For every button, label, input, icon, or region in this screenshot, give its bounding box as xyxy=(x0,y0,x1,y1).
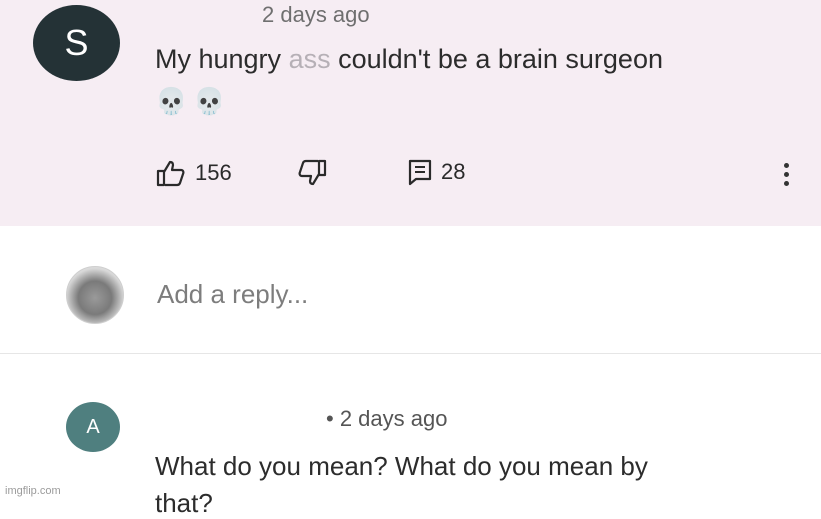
thumbs-down-icon xyxy=(298,159,327,186)
reply-input[interactable] xyxy=(155,278,659,311)
reply-count: 28 xyxy=(441,159,466,184)
reply-text-continued: that? xyxy=(155,488,213,518)
highlighted-comment xyxy=(0,0,821,226)
comment-icon xyxy=(408,159,432,186)
watermark: imgflip.com xyxy=(5,485,61,497)
reply-avatar[interactable]: A xyxy=(66,402,120,452)
comment-text: My hungry ass couldn't be a brain surgeo… xyxy=(155,44,663,75)
like-count: 156 xyxy=(195,160,232,185)
comment-text-faded: ass xyxy=(288,44,331,74)
skull-emojis: 💀💀 xyxy=(155,86,232,116)
user-avatar xyxy=(66,266,124,324)
reply-avatar-letter: A xyxy=(86,415,100,438)
reply-text: What do you mean? What do you mean by xyxy=(155,451,648,481)
comment-text-start: My hungry xyxy=(155,44,289,74)
replies-button[interactable]: 28 xyxy=(407,158,465,186)
avatar[interactable]: S xyxy=(33,5,120,81)
comment-timestamp: 2 days ago xyxy=(262,2,370,27)
avatar-letter: S xyxy=(64,22,89,63)
dislike-button[interactable] xyxy=(296,158,328,188)
reply-timestamp: • 2 days ago xyxy=(326,406,448,431)
thumbs-up-icon xyxy=(156,160,185,187)
divider xyxy=(0,353,821,354)
comment-text-end: couldn't be a brain surgeon xyxy=(330,44,663,74)
like-button[interactable]: 156 xyxy=(155,158,232,188)
more-options-icon[interactable] xyxy=(779,160,793,190)
